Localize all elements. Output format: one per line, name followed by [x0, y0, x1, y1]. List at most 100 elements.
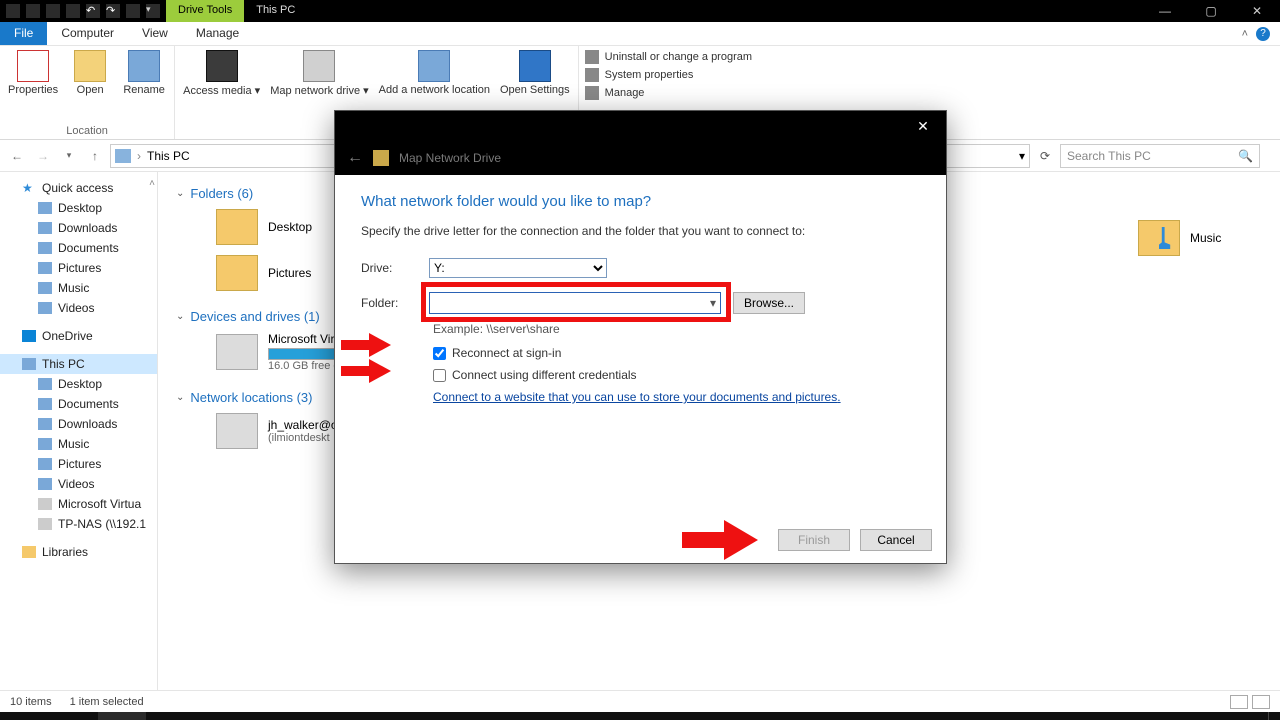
uninstall-programs-button[interactable]: Uninstall or change a program: [585, 50, 752, 64]
reconnect-checkbox-row[interactable]: Reconnect at sign-in: [433, 346, 920, 360]
collapse-ribbon-icon[interactable]: ˄: [1242, 28, 1248, 40]
connect-website-link[interactable]: Connect to a website that you can use to…: [433, 390, 920, 404]
taskbar-explorer[interactable]: [98, 712, 146, 720]
tree-item[interactable]: Videos: [0, 474, 157, 494]
tree-item[interactable]: Documents: [0, 238, 157, 258]
close-button[interactable]: ✕: [1234, 0, 1280, 22]
videos-icon: [38, 302, 52, 314]
credentials-checkbox-row[interactable]: Connect using different credentials: [433, 368, 920, 382]
tree-libraries[interactable]: Libraries: [0, 542, 157, 562]
manage-button[interactable]: Manage: [585, 86, 752, 100]
refresh-button[interactable]: ⟳: [1034, 149, 1056, 163]
tree-item[interactable]: Music: [0, 278, 157, 298]
qat-icon[interactable]: [46, 4, 60, 18]
rename-button[interactable]: Rename: [122, 50, 166, 123]
folder-tile-music[interactable]: Music: [1138, 220, 1221, 256]
reconnect-label: Reconnect at sign-in: [452, 346, 561, 360]
drive-select[interactable]: Y:: [429, 258, 607, 278]
system-tray[interactable]: 🛡 🖧 🔇 15:04 12/02/2019 💬: [1113, 712, 1278, 720]
dialog-titlebar[interactable]: ✕: [335, 111, 946, 141]
tree-item[interactable]: TP-NAS (\\192.1: [0, 514, 157, 534]
collapse-icon[interactable]: ⌄: [176, 311, 184, 322]
qat-icon[interactable]: [66, 4, 80, 18]
tree-item[interactable]: Desktop: [0, 374, 157, 394]
taskbar-terminal[interactable]: [146, 712, 194, 720]
minimize-button[interactable]: —: [1142, 0, 1188, 22]
tree-item[interactable]: Downloads: [0, 218, 157, 238]
chevron-down-icon[interactable]: ▾: [146, 4, 160, 18]
undo-icon[interactable]: ↶: [86, 4, 100, 18]
tree-onedrive[interactable]: OneDrive: [0, 326, 157, 346]
show-desktop-button[interactable]: [1268, 712, 1274, 720]
tree-item[interactable]: Desktop: [0, 198, 157, 218]
search-box[interactable]: Search This PC 🔍: [1060, 144, 1260, 168]
tree-item[interactable]: Pictures: [0, 258, 157, 278]
tree-item[interactable]: Downloads: [0, 414, 157, 434]
status-selection: 1 item selected: [70, 696, 144, 708]
tree-item[interactable]: Videos: [0, 298, 157, 318]
view-details-button[interactable]: [1230, 695, 1248, 709]
chevron-down-icon: ▾: [710, 296, 716, 310]
qat-icon[interactable]: [6, 4, 20, 18]
nav-back-button[interactable]: ←: [6, 145, 28, 167]
this-pc-icon: [115, 149, 131, 163]
taskbar-store[interactable]: 🛍: [290, 712, 338, 720]
credentials-checkbox[interactable]: [433, 369, 446, 382]
tab-view[interactable]: View: [128, 22, 182, 45]
dialog-back-button[interactable]: ←: [347, 149, 363, 167]
videos-icon: [38, 478, 52, 490]
view-tiles-button[interactable]: [1252, 695, 1270, 709]
scroll-up-icon[interactable]: ˄: [149, 178, 155, 189]
qat-icon[interactable]: [26, 4, 40, 18]
rename-icon: [128, 50, 160, 82]
credentials-label: Connect using different credentials: [452, 368, 637, 382]
drive-row: Drive: Y:: [361, 258, 920, 278]
folder-icon: [216, 255, 258, 291]
reconnect-checkbox[interactable]: [433, 347, 446, 360]
tree-item[interactable]: Music: [0, 434, 157, 454]
start-button[interactable]: ⊞: [2, 712, 50, 720]
tab-this-pc[interactable]: This PC: [244, 0, 307, 22]
maximize-button[interactable]: ▢: [1188, 0, 1234, 22]
tree-item[interactable]: Microsoft Virtua: [0, 494, 157, 514]
nav-recent-button[interactable]: ▾: [58, 145, 80, 167]
media-icon: [206, 50, 238, 82]
browse-button[interactable]: Browse...: [733, 292, 805, 314]
folder-icon: [216, 209, 258, 245]
system-properties-button[interactable]: System properties: [585, 68, 752, 82]
redo-icon[interactable]: ↷: [106, 4, 120, 18]
this-pc-icon: [22, 358, 36, 370]
dialog-close-button[interactable]: ✕: [900, 118, 946, 135]
tab-manage[interactable]: Manage: [182, 22, 253, 45]
search-icon: 🔍: [1238, 149, 1253, 163]
help-icon[interactable]: ?: [1256, 27, 1270, 41]
qat-icon[interactable]: [126, 4, 140, 18]
tree-quick-access[interactable]: ★Quick access: [0, 178, 157, 198]
taskbar-settings[interactable]: ⚙: [242, 712, 290, 720]
nav-forward-button[interactable]: →: [32, 145, 54, 167]
context-tabs: Drive Tools This PC: [166, 0, 307, 22]
access-media-button[interactable]: Access media ▾: [183, 50, 260, 123]
collapse-icon[interactable]: ⌄: [176, 392, 184, 403]
tab-file[interactable]: File: [0, 22, 47, 45]
cancel-button[interactable]: Cancel: [860, 529, 932, 551]
open-button[interactable]: Open: [68, 50, 112, 123]
collapse-icon[interactable]: ⌄: [176, 188, 184, 199]
taskbar-edge[interactable]: e: [50, 712, 98, 720]
navigation-pane[interactable]: ˄ ★Quick access Desktop Downloads Docume…: [0, 172, 158, 690]
tree-item[interactable]: Documents: [0, 394, 157, 414]
folder-combobox[interactable]: ▾: [429, 292, 721, 314]
address-dropdown-icon[interactable]: ▾: [1019, 149, 1025, 163]
open-icon: [74, 50, 106, 82]
tab-computer[interactable]: Computer: [47, 22, 128, 45]
tree-this-pc[interactable]: This PC: [0, 354, 157, 374]
annotation-arrow: [341, 333, 393, 357]
properties-icon: [17, 50, 49, 82]
finish-button[interactable]: Finish: [778, 529, 850, 551]
properties-button[interactable]: Properties: [8, 50, 58, 123]
taskbar[interactable]: ⊞ e ✉ ⚙ 🛍 🛡 🖧 🔇 15:04 12/02/2019 💬: [0, 712, 1280, 720]
tab-drive-tools[interactable]: Drive Tools: [166, 0, 244, 22]
tree-item[interactable]: Pictures: [0, 454, 157, 474]
taskbar-mail[interactable]: ✉: [194, 712, 242, 720]
nav-up-button[interactable]: ↑: [84, 145, 106, 167]
